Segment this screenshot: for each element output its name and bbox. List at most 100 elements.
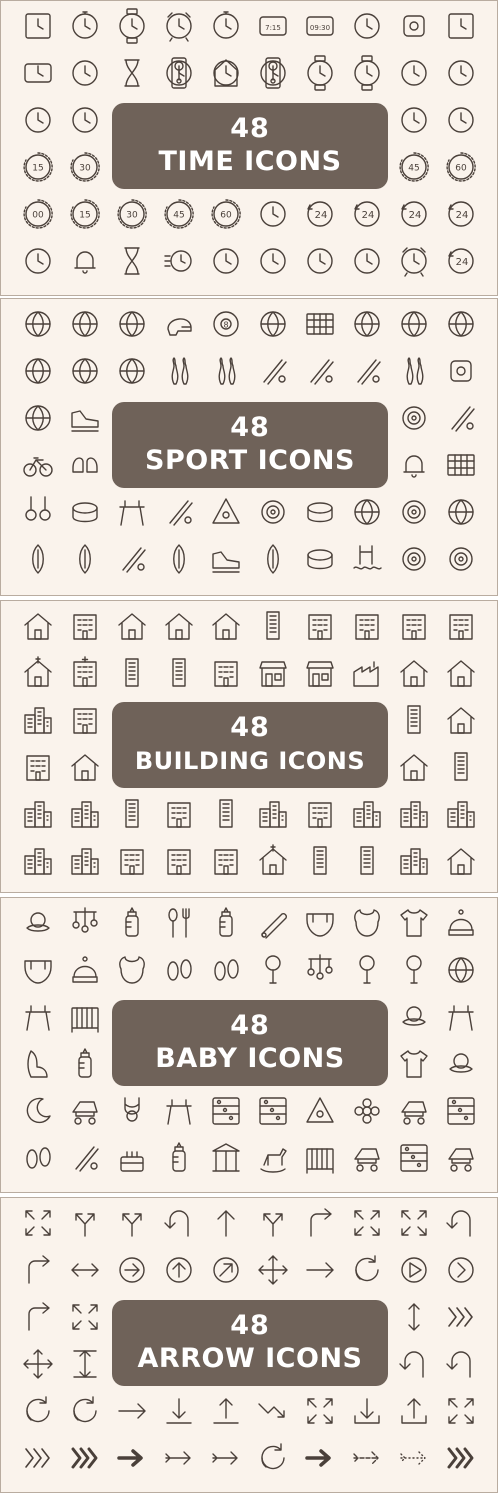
baby-walker-icon — [350, 1141, 384, 1175]
apartment-icon — [115, 844, 149, 878]
abacus-icon — [256, 1094, 290, 1128]
surfboard-icon — [162, 542, 196, 576]
bold-right-arrow-icon — [115, 1441, 149, 1475]
building-icon — [162, 797, 196, 831]
svg-text:24: 24 — [409, 210, 422, 221]
shield-clock-icon — [256, 197, 290, 231]
bowling-ball-icon — [115, 354, 149, 388]
barn-icon — [397, 656, 431, 690]
high-chair-icon — [21, 1000, 55, 1034]
house-icon — [162, 609, 196, 643]
rattle-icon — [256, 953, 290, 987]
helmet-icon — [162, 307, 196, 341]
tower-icon — [256, 609, 290, 643]
timer-30-icon: 30 — [68, 150, 102, 184]
church-icon — [256, 844, 290, 878]
circle-up-arrow-icon — [162, 1253, 196, 1287]
baby-hat-icon — [444, 906, 478, 940]
smartwatch-icon — [303, 55, 337, 91]
diaper-icon — [303, 906, 337, 940]
ringing-bell-icon — [68, 244, 102, 278]
corner-arrows-icon — [350, 1206, 384, 1240]
gear-clock-icon — [444, 103, 478, 137]
panel-time-icons: 7:15 09:30 15 30 45 60 00 15 30 45 60 24 24 24 24 24 48 T… — [0, 0, 498, 296]
store-icon — [303, 656, 337, 690]
hockey-sticks-icon — [303, 354, 337, 388]
boxing-gloves-icon — [68, 448, 102, 482]
rotate-arrow-icon — [21, 1394, 55, 1428]
download-tray-icon — [350, 1394, 384, 1428]
basketball-icon — [21, 307, 55, 341]
stroller-icon — [68, 1094, 102, 1128]
house-icon — [21, 609, 55, 643]
flaming-clock-icon — [209, 244, 243, 278]
svg-text:15: 15 — [32, 164, 43, 174]
volleyball-icon — [350, 307, 384, 341]
feather-arrow-icon — [162, 1441, 196, 1475]
s-curve-arrow-icon — [397, 1347, 431, 1381]
carousel-icon — [209, 1141, 243, 1175]
section-title: ARROW ICONS — [137, 1343, 363, 1374]
pocket-watch-icon — [209, 9, 243, 43]
diaper-icon — [21, 953, 55, 987]
ping-pong-icon — [444, 354, 478, 388]
soccer-field-icon — [444, 448, 478, 482]
factory-icon — [350, 656, 384, 690]
tall-building-icon — [397, 703, 431, 737]
return-arrow-icon — [444, 1347, 478, 1381]
section-title-banner: 48 BUILDING ICONS — [112, 701, 388, 788]
city-icon — [397, 797, 431, 831]
triple-chevron-icon — [21, 1441, 55, 1475]
city-icon — [21, 797, 55, 831]
svg-text:24: 24 — [456, 257, 469, 268]
svg-text:45: 45 — [408, 164, 419, 174]
toys-icon — [209, 1094, 243, 1128]
timer-15-icon: 15 — [21, 150, 55, 184]
dashed-arrow-icon — [350, 1441, 384, 1475]
icon-count: 48 — [230, 1310, 270, 1341]
svg-text:7:15: 7:15 — [265, 24, 281, 32]
right-arrow-icon — [303, 1253, 337, 1287]
play-circle-icon — [397, 1253, 431, 1287]
collapse-arrows-icon — [68, 1300, 102, 1334]
dotted-clock-icon — [68, 56, 102, 90]
clock-24-icon: 24 — [303, 197, 337, 231]
house-icon — [397, 750, 431, 784]
chevron-circle-icon — [444, 1253, 478, 1287]
recycle-icon — [256, 1441, 290, 1475]
tower-icon — [444, 750, 478, 784]
office-building-icon — [350, 609, 384, 643]
playpen-icon — [303, 1141, 337, 1175]
move-arrows-icon — [256, 1253, 290, 1287]
icon-count: 48 — [230, 412, 270, 443]
teether-icon — [397, 1000, 431, 1034]
click-clock-icon — [303, 244, 337, 278]
circle-diagonal-arrow-icon — [209, 1253, 243, 1287]
split-arrows-icon — [68, 1206, 102, 1240]
egg-timer-icon — [115, 56, 149, 90]
pool-rack-icon — [209, 495, 243, 529]
section-title-banner: 48 TIME ICONS — [112, 103, 388, 189]
warehouse-icon — [444, 656, 478, 690]
night-moon-icon — [21, 1094, 55, 1128]
double-arrow-icon — [68, 1253, 102, 1287]
hospital-icon — [68, 656, 102, 690]
crib-icon — [68, 1000, 102, 1034]
digital-display-icon — [397, 9, 431, 43]
baby-food-icon — [162, 1141, 196, 1175]
panel-building-icons: 48 BUILDING ICONS — [0, 600, 498, 893]
svg-text:24: 24 — [456, 210, 469, 221]
city-icon — [397, 844, 431, 878]
wristwatch-icon — [115, 8, 149, 44]
rocking-horse-icon — [256, 1141, 290, 1175]
svg-text:8: 8 — [223, 321, 228, 330]
city-icon — [444, 797, 478, 831]
city-icon — [68, 844, 102, 878]
bowling-strike-icon — [397, 354, 431, 388]
upload-tray-icon — [397, 1394, 431, 1428]
alarm-icon — [397, 244, 431, 278]
pommel-horse-icon — [115, 495, 149, 529]
kayak-icon — [68, 542, 102, 576]
skyscraper-icon — [115, 656, 149, 690]
svg-text:15: 15 — [79, 211, 90, 221]
